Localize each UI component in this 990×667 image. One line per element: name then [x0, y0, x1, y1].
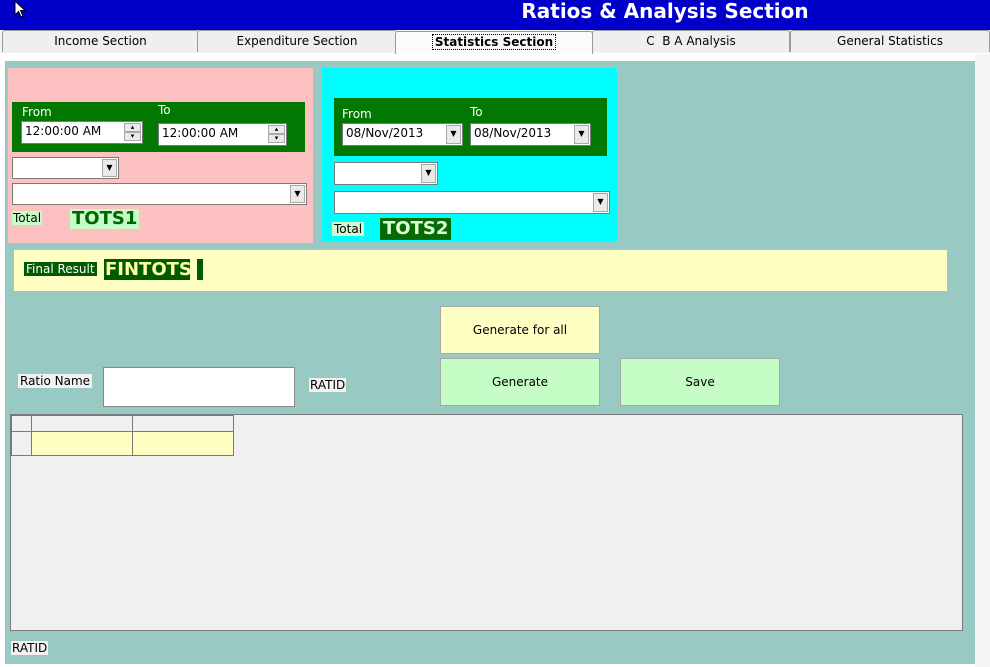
chevron-down-icon[interactable]: ▼: [593, 193, 608, 212]
to-date-picker[interactable]: 08/Nov/2013 ▼: [470, 123, 591, 146]
panel-margin: [975, 54, 990, 667]
spin-up-icon[interactable]: ▴: [124, 123, 141, 132]
from-date-value: 08/Nov/2013: [346, 126, 424, 140]
final-result-value: FINTOTS: [104, 259, 192, 280]
tab-label: Income Section: [54, 34, 147, 48]
from-time-spinner[interactable]: ▴ ▾: [124, 123, 141, 141]
footer-ratid-label: RATID: [11, 641, 49, 655]
to-date-value: 08/Nov/2013: [474, 126, 552, 140]
right-total-label: Total: [332, 222, 365, 236]
spin-up-icon[interactable]: ▴: [268, 125, 285, 134]
mouse-pointer-icon: [14, 0, 27, 18]
tab-statistics-section[interactable]: Statistics Section: [395, 31, 593, 54]
grid-column-header[interactable]: [133, 415, 234, 432]
left-total-label: Total: [12, 211, 43, 225]
chevron-down-icon[interactable]: ▼: [421, 164, 436, 183]
spin-down-icon[interactable]: ▾: [124, 132, 141, 141]
grid-column-header[interactable]: [32, 415, 133, 432]
chevron-down-icon[interactable]: ▼: [574, 125, 589, 144]
generate-button[interactable]: Generate: [440, 358, 600, 406]
tab-income-section[interactable]: Income Section: [2, 30, 199, 52]
tab-label: C B A Analysis: [646, 34, 736, 48]
from-label: From: [342, 107, 372, 121]
ratid-label: RATID: [309, 378, 347, 392]
tab-cba-analysis[interactable]: C B A Analysis: [592, 30, 790, 52]
right-small-dropdown[interactable]: ▼: [334, 162, 438, 185]
from-time-picker[interactable]: 12:00:00 AM ▴ ▾: [21, 121, 143, 144]
time-range-group: [8, 68, 313, 243]
to-label: To: [470, 105, 483, 119]
ratio-name-input[interactable]: [103, 367, 295, 407]
left-small-dropdown[interactable]: ▼: [12, 157, 119, 179]
to-label: To: [158, 103, 171, 117]
grid-row-header[interactable]: [11, 432, 32, 456]
tab-general-statistics[interactable]: General Statistics: [790, 30, 990, 52]
tab-label: Statistics Section: [431, 34, 557, 50]
to-time-spinner[interactable]: ▴ ▾: [268, 125, 285, 143]
chevron-down-icon[interactable]: ▼: [102, 159, 117, 177]
left-total-value: TOTS1: [70, 208, 140, 229]
from-label: From: [22, 105, 52, 119]
to-time-picker[interactable]: 12:00:00 AM ▴ ▾: [158, 123, 287, 146]
from-time-value: 12:00:00 AM: [25, 124, 102, 138]
ratio-name-label: Ratio Name: [18, 374, 93, 388]
generate-for-all-button[interactable]: Generate for all: [440, 306, 600, 354]
final-result-marker: [197, 259, 203, 280]
window-title: Ratios & Analysis Section: [521, 0, 809, 23]
to-time-value: 12:00:00 AM: [162, 126, 239, 140]
right-total-value: TOTS2: [380, 218, 452, 240]
tab-expenditure-section[interactable]: Expenditure Section: [197, 30, 397, 52]
grid-cell[interactable]: [133, 432, 234, 456]
from-date-picker[interactable]: 08/Nov/2013 ▼: [342, 123, 463, 146]
chevron-down-icon[interactable]: ▼: [290, 185, 305, 203]
tab-label: General Statistics: [837, 34, 943, 48]
right-wide-dropdown[interactable]: ▼: [334, 191, 610, 214]
final-result-label: Final Result: [24, 262, 97, 276]
save-button[interactable]: Save: [620, 358, 780, 406]
grid-cell[interactable]: [32, 432, 133, 456]
spin-down-icon[interactable]: ▾: [268, 134, 285, 143]
tab-label: Expenditure Section: [236, 34, 358, 48]
grid-corner-header[interactable]: [11, 415, 32, 432]
left-wide-dropdown[interactable]: ▼: [12, 183, 307, 205]
chevron-down-icon[interactable]: ▼: [446, 125, 461, 144]
